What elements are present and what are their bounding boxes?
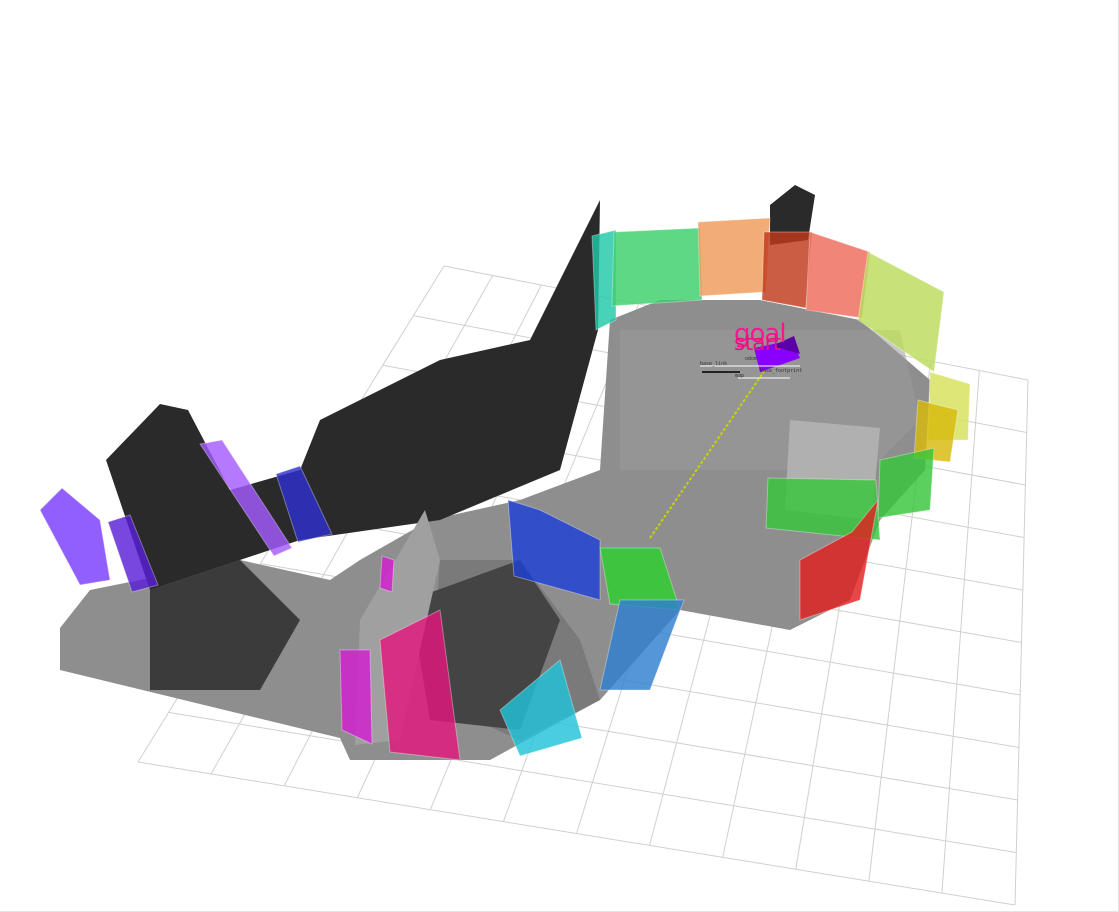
voxel-segment: [611, 227, 703, 307]
voxel-segment: [877, 447, 935, 519]
voxel-segment: [39, 487, 111, 586]
tf-frame-label: odom: [745, 356, 757, 362]
tf-frame-label: map: [735, 373, 744, 379]
voxel-segment: [379, 555, 395, 593]
tf-frame-label: base_footprint: [760, 368, 802, 374]
tf-frame-label: base_link: [700, 361, 727, 367]
start-label: start: [734, 331, 782, 356]
voxel-segment: [697, 217, 771, 297]
voxel-segment: [761, 231, 813, 309]
scene-canvas[interactable]: base_linkodommapbase_footprint goal star…: [0, 0, 1119, 912]
3d-viewport[interactable]: base_link odom map base_footprint goal star…: [0, 0, 1119, 912]
voxel-segment: [339, 649, 373, 745]
grid-line: [168, 711, 1017, 853]
grid-line: [137, 761, 1016, 906]
